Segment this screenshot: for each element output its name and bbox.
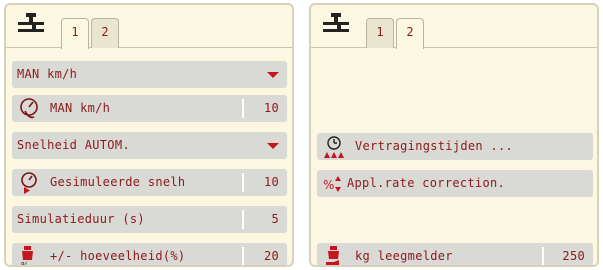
speed-auto-dropdown[interactable]: Snelheid AUTOM. [12, 132, 287, 159]
row-value: 5 [271, 212, 279, 226]
row-value: 250 [562, 249, 585, 263]
chevron-down-icon [267, 72, 279, 78]
tab-2[interactable]: 2 [91, 18, 119, 48]
empty-alarm-icon [326, 246, 339, 265]
quantity-percent-row[interactable]: % +/- hoeveelheid(%) 20 [12, 243, 287, 267]
tab-bar: 1 2 [6, 5, 292, 49]
simulation-duration-row[interactable]: Simulatieduur (s) 5 [12, 206, 287, 233]
rate-correction-row[interactable]: % Appl.rate correction. [317, 170, 593, 197]
tractor-tool-icon [323, 13, 349, 32]
settings-panel-right: 1 2 Vertragingstijden ... % Appl.rate co… [309, 3, 599, 267]
chevron-down-icon [267, 143, 279, 149]
row-label: Gesimuleerde snelh [50, 175, 186, 189]
rate-correction-icon: % [323, 176, 341, 192]
man-speed-row[interactable]: MAN km/h 10 [12, 95, 287, 122]
simulated-speed-row[interactable]: Gesimuleerde snelh 10 [12, 169, 287, 196]
tab-1[interactable]: 1 [61, 18, 89, 49]
divider [242, 247, 244, 265]
tab-bar: 1 2 [311, 5, 597, 49]
svg-text:%: % [323, 178, 335, 192]
row-label: Simulatieduur (s) [17, 212, 145, 226]
speedometer-play-icon [21, 172, 37, 194]
dropdown-label: Snelheid AUTOM. [17, 138, 130, 152]
divider [242, 173, 244, 192]
speedometer-hand-icon [20, 98, 38, 119]
delay-times-row[interactable]: Vertragingstijden ... [317, 133, 593, 160]
tab-1[interactable]: 1 [366, 18, 394, 48]
row-value: 10 [263, 101, 279, 115]
empty-alarm-row[interactable]: kg leegmelder 250 [317, 243, 593, 265]
tab-2[interactable]: 2 [396, 18, 424, 49]
svg-text:%: % [21, 261, 29, 267]
row-label: Appl.rate correction. [347, 176, 506, 190]
row-value: 20 [263, 249, 279, 263]
delay-clock-icon [324, 136, 344, 158]
tractor-tool-icon [18, 13, 44, 32]
dropdown-label: MAN km/h [17, 67, 78, 81]
row-label: kg leegmelder [355, 249, 453, 263]
settings-panel-left: 1 2 MAN km/h MAN km/h 10 Snelheid AUTOM.… [4, 3, 294, 267]
row-label: Vertragingstijden ... [355, 139, 514, 153]
divider [242, 99, 244, 118]
quantity-percent-icon: % [21, 246, 33, 267]
row-label: +/- hoeveelheid(%) [50, 249, 186, 263]
divider [542, 247, 544, 265]
row-value: 10 [263, 175, 279, 189]
divider [242, 210, 244, 229]
speed-source-dropdown[interactable]: MAN km/h [12, 61, 287, 88]
row-label: MAN km/h [50, 101, 111, 115]
